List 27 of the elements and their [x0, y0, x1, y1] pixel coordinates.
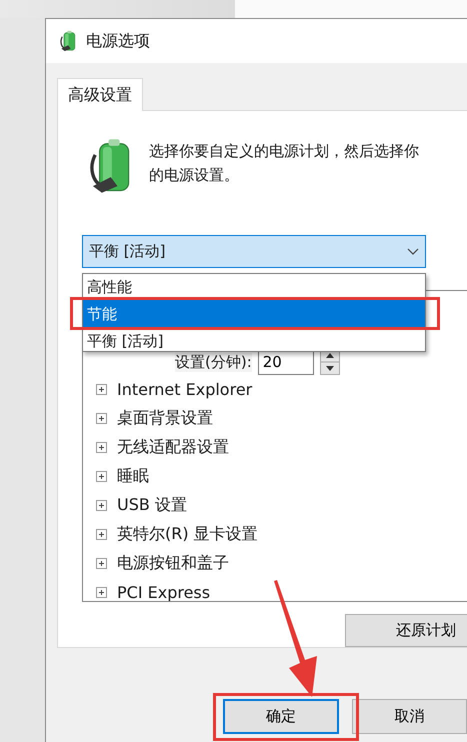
window-title: 电源选项 [86, 30, 150, 52]
cancel-button[interactable]: 取消 [352, 699, 467, 734]
expand-icon[interactable] [96, 558, 107, 569]
tree-item[interactable]: 无线适配器设置 [117, 437, 229, 458]
ok-button[interactable]: 确定 [223, 699, 339, 734]
tree-item[interactable]: USB 设置 [117, 495, 187, 516]
tree-item[interactable]: 睡眠 [117, 466, 149, 487]
expand-icon[interactable] [96, 384, 107, 395]
tab[interactable]: 高级设置 [57, 78, 143, 111]
tree-item[interactable]: PCI Express [117, 583, 210, 601]
restore-button[interactable]: 还原计划 [345, 614, 467, 647]
tree-item[interactable]: 电源按钮和盖子 [117, 553, 229, 574]
tree-item[interactable]: Internet Explorer [117, 380, 252, 399]
expand-icon[interactable] [96, 587, 107, 598]
tree-item[interactable]: 英特尔(R) 显卡设置 [117, 524, 258, 545]
dropdown-option[interactable]: 平衡 [活动] [83, 330, 425, 351]
expand-icon[interactable] [96, 500, 107, 511]
chevron-icon [407, 248, 419, 256]
tree-item[interactable]: 桌面背景设置 [117, 408, 213, 429]
expand-icon[interactable] [96, 442, 107, 453]
expand-icon[interactable] [96, 413, 107, 424]
description: 选择你要自定义的电源计划，然后选择你的电源设置。 [149, 141, 419, 186]
expand-icon[interactable] [96, 471, 107, 482]
plan-dropdown[interactable]: 平衡 [活动] [82, 235, 426, 268]
expand-icon[interactable] [96, 529, 107, 540]
dropdown-option[interactable]: 高性能 [83, 276, 425, 297]
setting-label: 设置(分钟): [175, 352, 252, 372]
